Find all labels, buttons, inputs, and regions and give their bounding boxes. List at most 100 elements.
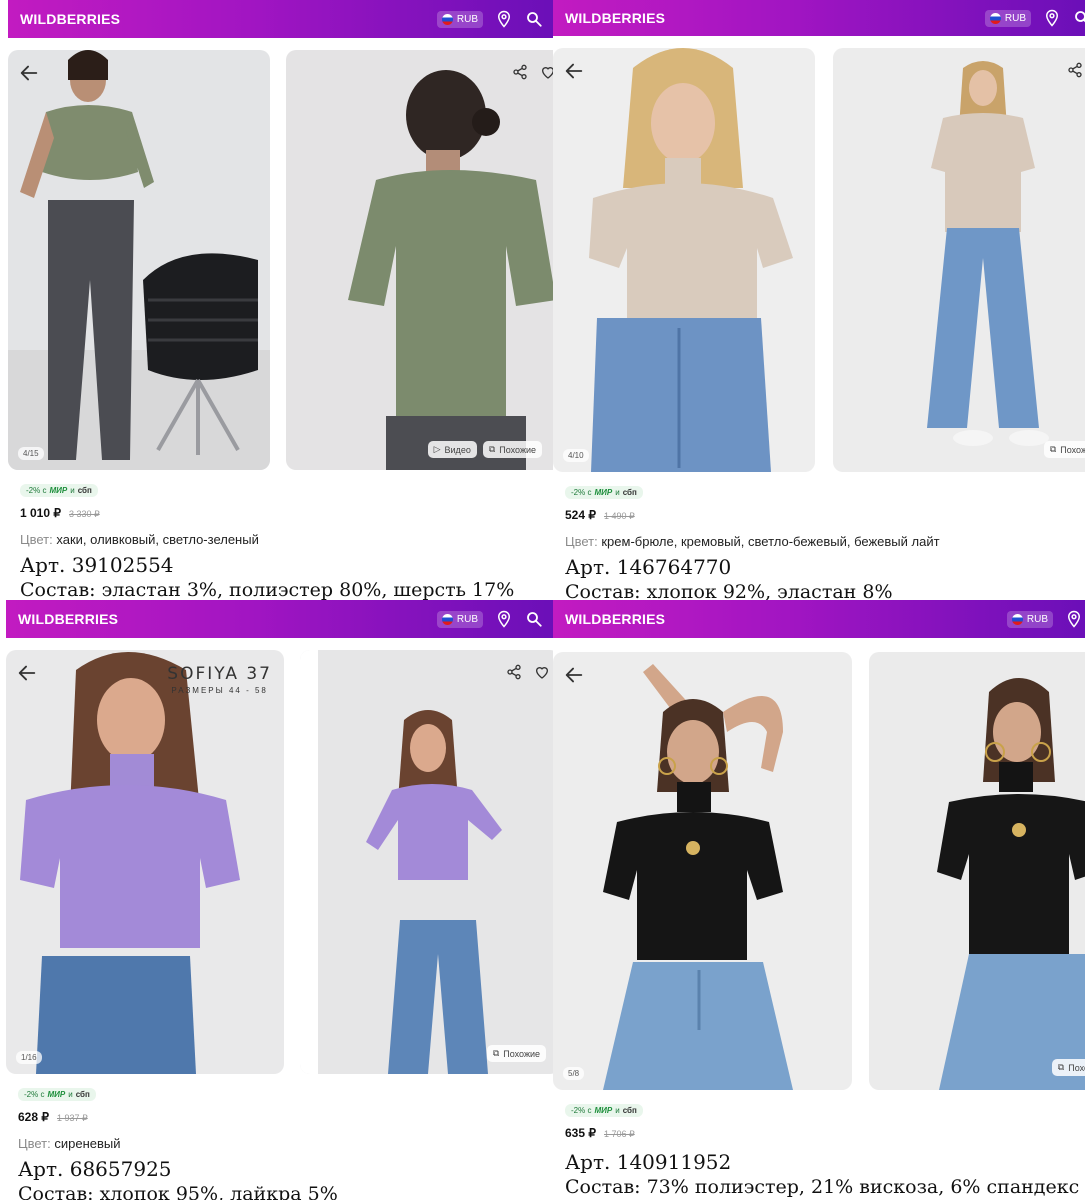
russia-flag-icon: [441, 13, 453, 25]
product-panel-black: WILDBERRIES RUB 5/8 ⧉ Пох -2% с МИР и сб…: [553, 600, 1085, 1200]
location-pin-icon[interactable]: [495, 610, 513, 628]
promo-and: и: [615, 1106, 620, 1115]
photo-brand-sizes: РАЗМЕРЫ 44 - 58: [171, 686, 268, 695]
product-info: -2% с МИР и сбп 628 ₽ 1 937 ₽ Цвет: сиренев…: [18, 1084, 338, 1200]
product-photo-main[interactable]: SOFIYA 37 РАЗМЕРЫ 44 - 58 1/16: [6, 650, 284, 1074]
similar-search-icon: ⧉: [492, 1048, 500, 1058]
app-header: WILDBERRIES RUB: [8, 0, 553, 38]
product-info: -2% с МИР и сбп 635 ₽ 1 706 ₽ Арт. 14091195…: [565, 1100, 1079, 1198]
similar-label: Похожие: [1060, 444, 1085, 455]
currency-label: RUB: [1026, 613, 1048, 625]
promo-and: и: [70, 486, 75, 495]
app-header: WILDBERRIES RUB: [553, 600, 1085, 638]
product-panel-lilac: WILDBERRIES RUB SOFIYA 37 РАЗМЕРЫ 44 - 5…: [0, 600, 553, 1200]
back-arrow-icon[interactable]: [18, 62, 40, 84]
video-button[interactable]: ▷ Видео: [427, 441, 477, 458]
search-icon[interactable]: [525, 610, 543, 628]
color-value: сиреневый: [50, 1136, 121, 1151]
product-photo-secondary[interactable]: ⧉Похожие: [833, 48, 1085, 472]
model-lilac-side-illustration: [300, 650, 502, 1074]
composition: Состав: хлопок 95%, лайкра 5%: [18, 1183, 338, 1200]
similar-button[interactable]: ⧉Похо: [1051, 1059, 1085, 1076]
similar-button[interactable]: ⧉Похожие: [486, 1045, 546, 1062]
photo-counter: 4/10: [563, 449, 589, 462]
promo-text: -2% с: [24, 1090, 45, 1099]
sbp-logo: сбп: [77, 486, 92, 495]
article-number: Арт. 140911952: [565, 1150, 732, 1174]
product-info: -2% с МИР и сбп 1 010 ₽ 3 330 ₽ Цвет: хаки,…: [20, 480, 514, 600]
currency-label: RUB: [1004, 12, 1026, 24]
price-row: 635 ₽ 1 706 ₽: [565, 1126, 1079, 1140]
search-icon[interactable]: [525, 10, 543, 28]
product-photo-secondary[interactable]: ▷ Видео ⧉ Похожие: [286, 50, 553, 470]
product-photo-main[interactable]: 5/8: [553, 652, 852, 1090]
currency-selector[interactable]: RUB: [436, 10, 483, 28]
similar-search-icon: ⧉: [488, 444, 496, 454]
currency-selector[interactable]: RUB: [436, 610, 483, 628]
article-number: Арт. 39102554: [20, 553, 174, 577]
similar-search-icon: ⧉: [1057, 1062, 1065, 1072]
product-photo-secondary[interactable]: ⧉Похожие: [300, 650, 553, 1074]
currency-selector[interactable]: RUB: [1006, 610, 1053, 628]
share-icon[interactable]: [512, 64, 528, 80]
color-label: Цвет:: [20, 532, 53, 547]
model-lilac-front-illustration: [20, 652, 240, 1074]
color-value: хаки, оливковый, светло-зеленый: [52, 532, 259, 547]
product-panel-khaki: WILDBERRIES RUB 4/15 ▷ Видео ⧉ Похожие -…: [0, 0, 553, 600]
back-arrow-icon[interactable]: [563, 60, 585, 82]
photo-brand-name: SOFIYA 37: [167, 664, 272, 684]
color-line: Цвет: сиреневый: [18, 1136, 338, 1151]
product-photo-main[interactable]: 4/10: [553, 48, 815, 472]
favorite-heart-icon[interactable]: [540, 64, 553, 80]
composition: Состав: эластан 3%, полиэстер 80%, шерст…: [20, 579, 515, 600]
similar-button[interactable]: ⧉Похожие: [1043, 441, 1085, 458]
payment-promo-badge: -2% с МИР и сбп: [565, 1104, 643, 1117]
app-header: WILDBERRIES RUB: [6, 600, 553, 638]
payment-promo-badge: -2% с МИР и сбп: [18, 1088, 96, 1101]
article-number: Арт. 146764770: [565, 555, 732, 579]
price-row: 524 ₽ 1 490 ₽: [565, 508, 940, 522]
brand-logo[interactable]: WILDBERRIES: [565, 10, 665, 26]
product-photo-main[interactable]: 4/15: [8, 50, 270, 470]
currency-label: RUB: [456, 13, 478, 25]
old-price: 3 330 ₽: [69, 509, 100, 519]
similar-label: Похо: [1068, 1062, 1085, 1073]
price-row: 628 ₽ 1 937 ₽: [18, 1110, 338, 1124]
mir-logo: МИР: [47, 1090, 66, 1099]
similar-button[interactable]: ⧉Похожие: [482, 441, 542, 458]
back-arrow-icon[interactable]: [563, 664, 585, 686]
color-label: Цвет:: [565, 534, 598, 549]
promo-and: и: [615, 488, 620, 497]
sbp-logo: сбп: [622, 1106, 637, 1115]
color-label: Цвет:: [18, 1136, 51, 1151]
share-icon[interactable]: [1067, 62, 1083, 78]
product-photo-secondary[interactable]: ⧉Похо: [869, 652, 1085, 1090]
model-black-side-illustration: [937, 678, 1085, 1090]
brand-logo[interactable]: WILDBERRIES: [20, 11, 120, 27]
old-price: 1 706 ₽: [604, 1129, 635, 1139]
search-icon[interactable]: [1073, 9, 1085, 27]
promo-and: и: [68, 1090, 73, 1099]
share-icon[interactable]: [506, 664, 522, 680]
color-line: Цвет: хаки, оливковый, светло-зеленый: [20, 532, 514, 547]
photo-brand-watermark: SOFIYA 37 РАЗМЕРЫ 44 - 58: [167, 664, 272, 695]
brand-logo[interactable]: WILDBERRIES: [18, 611, 118, 627]
photo-counter: 1/16: [16, 1051, 42, 1064]
model-black-front-illustration: [603, 664, 793, 1090]
location-pin-icon[interactable]: [1043, 9, 1061, 27]
location-pin-icon[interactable]: [495, 10, 513, 28]
currency-selector[interactable]: RUB: [984, 9, 1031, 27]
old-price: 1 937 ₽: [57, 1113, 88, 1123]
location-pin-icon[interactable]: [1065, 610, 1083, 628]
mir-logo: МИР: [594, 488, 613, 497]
brand-logo[interactable]: WILDBERRIES: [565, 611, 665, 627]
composition: Состав: 73% полиэстер, 21% вискоза, 6% с…: [565, 1176, 1080, 1198]
model-beige-full-illustration: [927, 61, 1049, 446]
back-arrow-icon[interactable]: [16, 662, 38, 684]
current-price: 628 ₽: [18, 1110, 49, 1124]
favorite-heart-icon[interactable]: [534, 664, 550, 680]
russia-flag-icon: [989, 12, 1001, 24]
promo-text: -2% с: [571, 1106, 592, 1115]
mir-logo: МИР: [594, 1106, 613, 1115]
similar-label: Похожие: [503, 1048, 540, 1059]
